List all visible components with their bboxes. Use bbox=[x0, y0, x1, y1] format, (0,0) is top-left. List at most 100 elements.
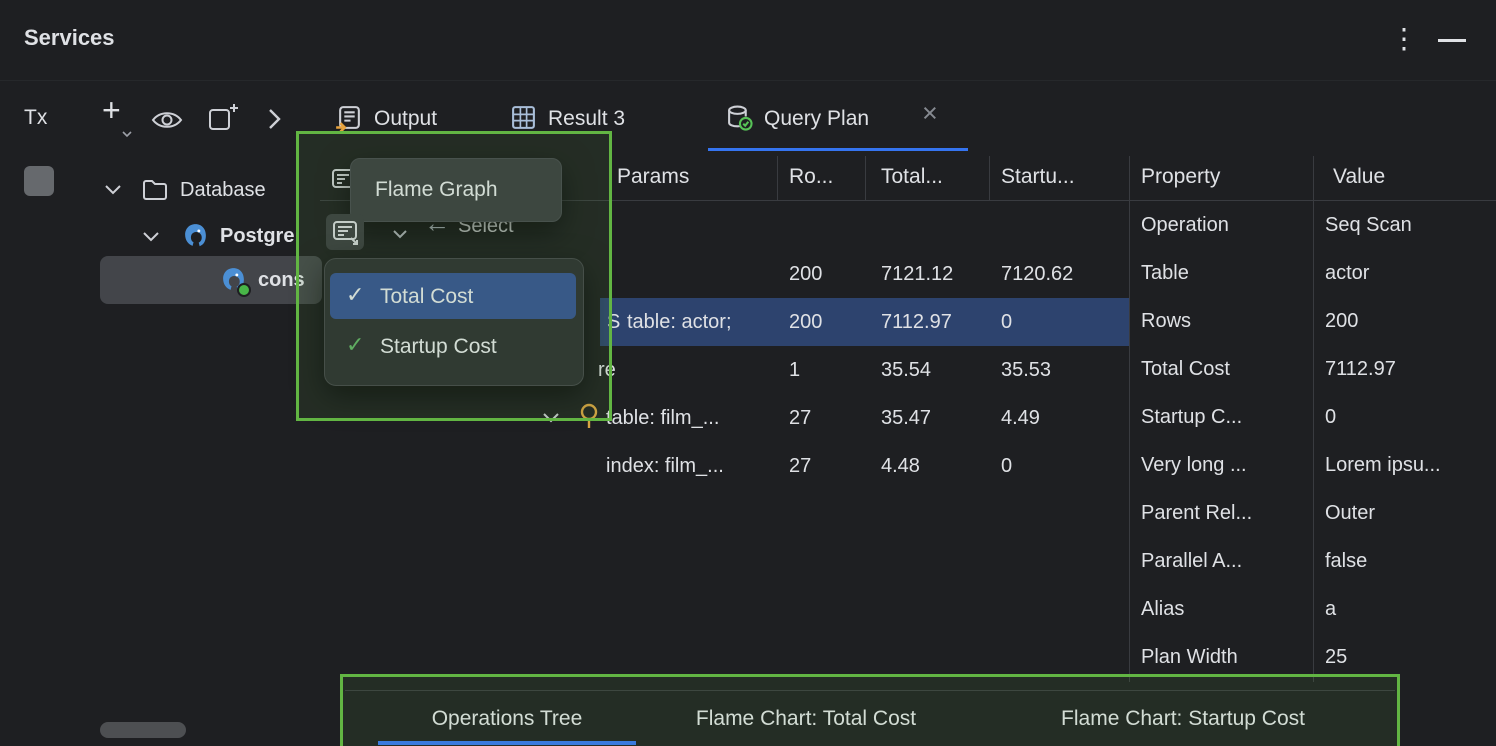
preview-eye-icon[interactable] bbox=[150, 107, 184, 133]
property-row[interactable]: Startup C... 0 bbox=[1129, 393, 1496, 441]
column-header-value[interactable]: Value bbox=[1333, 164, 1385, 189]
property-value: 25 bbox=[1325, 645, 1347, 669]
minimize-icon[interactable] bbox=[1438, 39, 1466, 42]
column-divider bbox=[989, 156, 990, 201]
truncated-text-fragment: re bbox=[598, 358, 616, 382]
cell-startup: 35.53 bbox=[1001, 358, 1051, 382]
plan-row[interactable]: table: film_... 27 35.47 4.49 bbox=[320, 394, 1129, 442]
property-row[interactable]: Alias a bbox=[1129, 585, 1496, 633]
column-header-params[interactable]: Params bbox=[617, 164, 689, 189]
window-header: Services ⋮ bbox=[0, 0, 1496, 81]
property-value: false bbox=[1325, 549, 1367, 573]
tab-query-plan[interactable]: Query Plan × bbox=[700, 96, 970, 152]
tree-item-connection[interactable]: cons bbox=[100, 256, 322, 304]
property-label: Operation bbox=[1141, 213, 1229, 237]
menu-item-total-cost[interactable]: ✓ Total Cost bbox=[330, 273, 576, 319]
chevron-down-icon[interactable] bbox=[104, 184, 122, 195]
property-label: Table bbox=[1141, 261, 1189, 285]
cell-total: 35.54 bbox=[881, 358, 931, 382]
check-icon: ✓ bbox=[346, 282, 364, 308]
tooltip-text: Flame Graph bbox=[375, 177, 498, 202]
tab-label: Output bbox=[374, 106, 437, 131]
tab-flame-chart-total-cost[interactable]: Flame Chart: Total Cost bbox=[640, 690, 972, 746]
cell-total: 7121.12 bbox=[881, 262, 953, 286]
chevron-down-icon[interactable] bbox=[142, 231, 160, 242]
close-icon[interactable]: × bbox=[922, 98, 938, 129]
plan-row-label: table: film_... bbox=[606, 406, 719, 430]
cell-startup: 0 bbox=[1001, 310, 1012, 334]
query-plan-icon bbox=[726, 104, 753, 131]
property-row[interactable]: Plan Width 25 bbox=[1129, 633, 1496, 681]
active-bottom-tab-indicator bbox=[378, 741, 636, 745]
column-header-startup[interactable]: Startu... bbox=[1001, 164, 1075, 189]
property-value: a bbox=[1325, 597, 1336, 621]
property-value: Seq Scan bbox=[1325, 213, 1412, 237]
property-value: Outer bbox=[1325, 501, 1375, 525]
plan-row[interactable]: index: film_... 27 4.48 0 bbox=[320, 442, 1129, 490]
cell-startup: 7120.62 bbox=[1001, 262, 1073, 286]
tree-item-postgres[interactable]: Postgre bbox=[134, 216, 322, 256]
cell-total: 7112.97 bbox=[881, 310, 952, 334]
table-grid-icon bbox=[510, 104, 537, 131]
property-value: 200 bbox=[1325, 309, 1358, 333]
column-header-property[interactable]: Property bbox=[1141, 164, 1220, 189]
add-dropdown-icon[interactable] bbox=[122, 131, 132, 138]
property-label: Total Cost bbox=[1141, 357, 1230, 381]
property-value: actor bbox=[1325, 261, 1369, 285]
flame-graph-settings-button[interactable] bbox=[326, 214, 364, 250]
horizontal-scrollbar[interactable] bbox=[100, 722, 186, 738]
flame-graph-tooltip: Flame Graph bbox=[350, 158, 562, 222]
menu-item-label: Total Cost bbox=[380, 284, 473, 309]
tab-result-3[interactable]: Result 3 bbox=[500, 96, 670, 152]
cell-rows: 200 bbox=[789, 310, 822, 334]
active-tab-indicator bbox=[708, 148, 968, 151]
cell-total: 4.48 bbox=[881, 454, 920, 478]
property-row[interactable]: Total Cost 7112.97 bbox=[1129, 345, 1496, 393]
cell-startup: 0 bbox=[1001, 454, 1012, 478]
chevron-down-icon[interactable] bbox=[392, 229, 408, 239]
property-value: 7112.97 bbox=[1325, 357, 1396, 381]
tree-item-label: Postgre bbox=[220, 224, 294, 248]
column-divider bbox=[865, 156, 866, 201]
services-tool-window: Services ⋮ Tx + Database bbox=[0, 0, 1496, 746]
property-row[interactable]: Table actor bbox=[1129, 249, 1496, 297]
folder-icon bbox=[142, 178, 168, 201]
bottom-tab-label: Operations Tree bbox=[432, 706, 583, 731]
tree-item-database[interactable]: Database bbox=[96, 170, 322, 210]
cell-total: 35.47 bbox=[881, 406, 931, 430]
truncated-text-fragment: S bbox=[607, 310, 620, 334]
property-label: Startup C... bbox=[1141, 405, 1242, 429]
tab-flame-chart-startup-cost[interactable]: Flame Chart: Startup Cost bbox=[1010, 690, 1356, 746]
plan-row-label: table: actor; bbox=[627, 310, 732, 334]
window-title: Services bbox=[24, 25, 115, 51]
bottom-tab-label: Flame Chart: Total Cost bbox=[696, 706, 916, 731]
cell-rows: 1 bbox=[789, 358, 800, 382]
tab-operations-tree[interactable]: Operations Tree bbox=[378, 690, 636, 746]
column-header-rows[interactable]: Ro... bbox=[789, 164, 833, 189]
text-filter-button[interactable]: Tx bbox=[24, 106, 47, 130]
property-row[interactable]: Very long ... Lorem ipsu... bbox=[1129, 441, 1496, 489]
tab-label: Result 3 bbox=[548, 106, 625, 131]
add-button[interactable]: + bbox=[102, 92, 121, 129]
property-label: Rows bbox=[1141, 309, 1191, 333]
cell-startup: 4.49 bbox=[1001, 406, 1040, 430]
cell-rows: 27 bbox=[789, 406, 811, 430]
property-row[interactable]: Parent Rel... Outer bbox=[1129, 489, 1496, 537]
cell-rows: 27 bbox=[789, 454, 811, 478]
menu-item-label: Startup Cost bbox=[380, 334, 497, 359]
tree-item-label: cons bbox=[258, 268, 305, 292]
tab-label: Query Plan bbox=[764, 106, 869, 131]
property-label: Alias bbox=[1141, 597, 1184, 621]
gray-square-icon bbox=[24, 166, 54, 196]
postgresql-icon bbox=[220, 266, 247, 293]
chevron-down-icon[interactable] bbox=[542, 412, 560, 423]
property-row[interactable]: Operation Seq Scan bbox=[1129, 201, 1496, 249]
more-options-icon[interactable]: ⋮ bbox=[1390, 22, 1418, 55]
property-row[interactable]: Rows 200 bbox=[1129, 297, 1496, 345]
property-row[interactable]: Parallel A... false bbox=[1129, 537, 1496, 585]
open-in-new-tab-icon[interactable] bbox=[206, 100, 240, 134]
expand-toolbar-chevron-icon[interactable] bbox=[266, 106, 282, 132]
column-header-total[interactable]: Total... bbox=[881, 164, 943, 189]
tab-output[interactable]: Output bbox=[330, 96, 480, 152]
menu-item-startup-cost[interactable]: ✓ Startup Cost bbox=[330, 323, 576, 369]
